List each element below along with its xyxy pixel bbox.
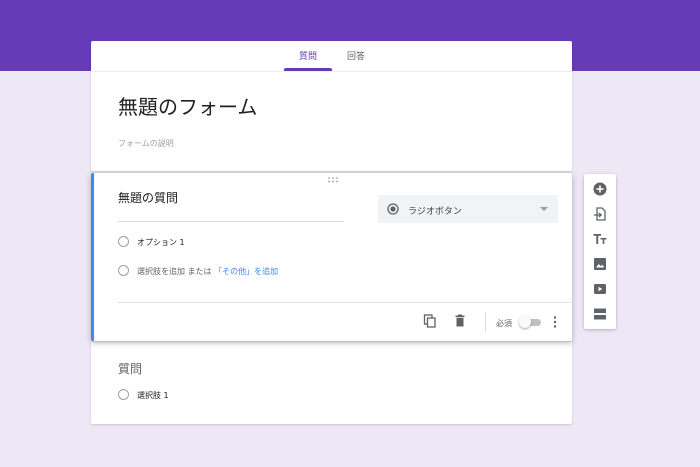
question-footer-divider [118,302,571,303]
add-section-icon[interactable] [593,307,607,321]
question-type-dropdown[interactable]: ラジオボタン [378,195,558,223]
active-card-accent [91,173,94,341]
duplicate-icon[interactable] [423,314,437,328]
add-option-text: 選択肢を追加 または 「その他」を追加 [137,266,278,277]
tab-bar: 質問 回答 [91,41,572,72]
required-label: 必須 [496,319,512,328]
toggle-knob [519,316,531,328]
or-text: または [187,267,212,276]
more-vert-icon[interactable] [552,315,558,329]
tab-responses[interactable]: 回答 [347,49,365,62]
question-title[interactable]: 質問 [118,360,142,377]
add-option-link[interactable]: 選択肢を追加 [137,267,185,276]
active-question-card[interactable]: 無題の質問 ラジオボタン オプション 1 選択肢を追加 または 「その他」を追加 [91,173,572,341]
form-header-card: 質問 回答 無題のフォーム フォームの説明 [91,41,572,171]
footer-separator [485,312,486,332]
option-label[interactable]: オプション 1 [137,237,185,248]
question-type-label: ラジオボタン [408,207,462,217]
radio-circle [118,265,129,276]
import-questions-icon[interactable] [593,207,607,221]
question-title-input[interactable]: 無題の質問 [118,189,178,206]
side-toolbar [584,174,616,329]
chevron-down-icon [540,207,548,211]
radio-circle [118,389,129,400]
add-video-icon[interactable] [593,282,607,296]
add-image-icon[interactable] [593,257,607,271]
trash-icon[interactable] [453,314,467,328]
drag-handle-icon[interactable] [327,176,339,184]
tab-questions[interactable]: 質問 [299,49,317,62]
add-question-icon[interactable] [593,182,607,196]
add-title-icon[interactable] [593,232,607,246]
form-title[interactable]: 無題のフォーム [118,91,257,120]
question-title-underline [118,221,344,222]
radio-button-icon [387,203,399,215]
form-description[interactable]: フォームの説明 [118,138,174,149]
question-card[interactable]: 質問 選択肢 1 [91,342,572,424]
required-toggle[interactable] [519,316,541,328]
option-label[interactable]: 選択肢 1 [137,390,169,401]
radio-circle [118,236,129,247]
active-tab-indicator [284,68,332,71]
add-other-link[interactable]: 「その他」を追加 [214,267,278,276]
